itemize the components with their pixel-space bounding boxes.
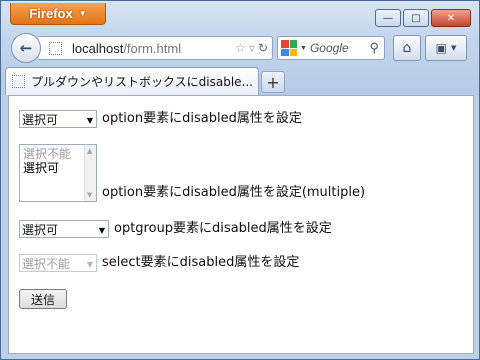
tab-favicon-icon [12, 75, 25, 88]
select-value: 選択可 [22, 222, 59, 237]
minimize-icon: — [383, 12, 393, 24]
google-engine-icon[interactable] [281, 40, 297, 56]
firefox-menu-button[interactable]: Firefox ▼ [10, 3, 106, 25]
tab-strip: プルダウンやリストボックスにdisable... + [1, 65, 479, 95]
chevron-down-icon: ▼ [98, 226, 105, 235]
listbox-multiple[interactable]: 選択不能 選択可 ▲ ▼ [19, 144, 97, 202]
scroll-up-icon[interactable]: ▲ [87, 147, 92, 155]
chevron-down-icon: ▼ [450, 44, 457, 52]
row-label: option要素にdisabled属性を設定(multiple) [102, 185, 366, 200]
row-label: option要素にdisabled属性を設定 [102, 111, 302, 126]
home-icon: ⌂ [402, 40, 412, 56]
reload-icon[interactable]: ↻ [258, 41, 268, 55]
back-button[interactable]: ← [11, 33, 41, 63]
maximize-button[interactable]: □ [403, 9, 429, 27]
chevron-down-icon: ▼ [86, 116, 93, 125]
url-bar[interactable]: localhost /form.html ☆ ▿ ↻ [39, 36, 273, 60]
submit-button[interactable]: 送信 [19, 289, 67, 309]
bookmarks-button[interactable]: ▣ ▼ [425, 35, 467, 61]
home-button[interactable]: ⌂ [393, 35, 421, 61]
bookmark-star-icon[interactable]: ☆ [235, 41, 246, 55]
history-dropdown-icon[interactable]: ▿ [249, 41, 255, 55]
url-path: /form.html [123, 40, 182, 56]
bookmarks-icon: ▣ [435, 41, 447, 55]
select-disabled: 選択不能 ▼ [19, 254, 97, 272]
maximize-icon: □ [411, 12, 421, 24]
url-bar-actions: ☆ ▿ ↻ [235, 41, 272, 55]
browser-window: Firefox ▼ — □ ✕ localhost /form.html ☆ ▿ [0, 0, 480, 360]
chevron-down-icon: ▼ [78, 9, 87, 18]
select-option-disabled[interactable]: 選択可 ▼ [19, 110, 97, 128]
chevron-down-icon[interactable]: ▼ [300, 45, 307, 52]
chevron-down-icon: ▼ [86, 260, 93, 269]
form-row-select-disabled: 選択不能 ▼ select要素にdisabled属性を設定 [19, 254, 299, 272]
page-content: 選択可 ▼ option要素にdisabled属性を設定 選択不能 選択可 ▲ … [8, 95, 474, 354]
site-identity-icon[interactable] [49, 41, 62, 55]
minimize-button[interactable]: — [375, 9, 401, 27]
navigation-toolbar: localhost /form.html ☆ ▿ ↻ ← ▼ Google ⚲ … [1, 31, 479, 63]
tab-title: プルダウンやリストボックスにdisable... [31, 75, 253, 89]
form-row-optgroup-disabled: 選択可 ▼ optgroup要素にdisabled属性を設定 [19, 220, 332, 238]
search-bar[interactable]: ▼ Google ⚲ [277, 36, 385, 60]
select-value: 選択不能 [22, 256, 71, 271]
browser-chrome: Firefox ▼ — □ ✕ localhost /form.html ☆ ▿ [1, 1, 479, 95]
listbox-scrollbar[interactable]: ▲ ▼ [84, 145, 96, 201]
close-button[interactable]: ✕ [431, 9, 471, 27]
search-placeholder: Google [309, 41, 349, 55]
listbox-option-enabled[interactable]: 選択可 [23, 161, 93, 175]
plus-icon: + [266, 72, 280, 92]
firefox-menu-label: Firefox [29, 6, 73, 21]
listbox-option-disabled: 選択不能 [23, 147, 72, 161]
window-controls: — □ ✕ [375, 9, 471, 27]
select-optgroup-disabled[interactable]: 選択可 ▼ [19, 220, 109, 238]
close-icon: ✕ [446, 12, 456, 24]
row-label: optgroup要素にdisabled属性を設定 [114, 221, 332, 236]
back-arrow-icon: ← [19, 39, 33, 57]
url-host: localhost [72, 40, 124, 56]
submit-label: 送信 [30, 292, 55, 307]
select-value: 選択可 [22, 112, 59, 127]
form-row-multiple: 選択不能 選択可 ▲ ▼ option要素にdisabled属性を設定(mult… [19, 144, 365, 202]
row-label: select要素にdisabled属性を設定 [102, 255, 300, 270]
form-row-option-disabled: 選択可 ▼ option要素にdisabled属性を設定 [19, 110, 302, 128]
new-tab-button[interactable]: + [261, 71, 285, 93]
search-icon[interactable]: ⚲ [369, 40, 384, 56]
tab-form-page[interactable]: プルダウンやリストボックスにdisable... [5, 67, 259, 95]
scroll-down-icon[interactable]: ▼ [87, 191, 92, 199]
